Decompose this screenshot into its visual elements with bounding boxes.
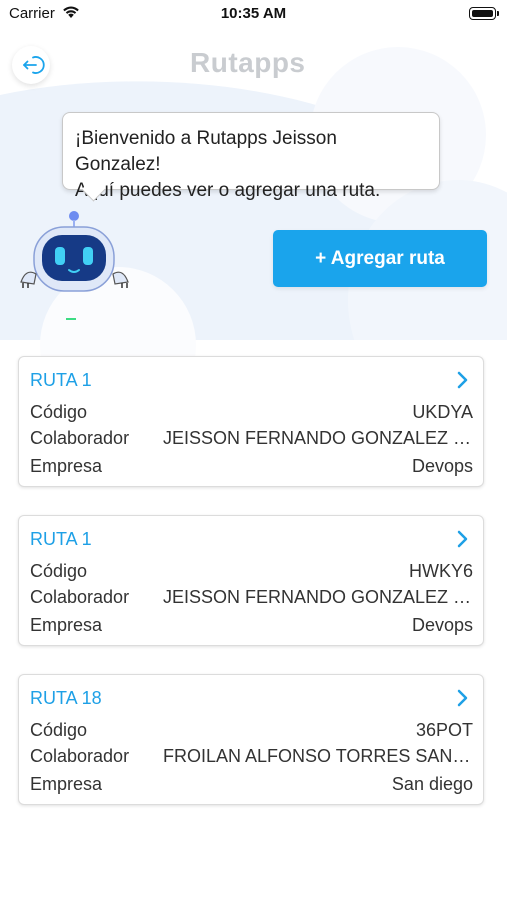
- collaborator-row: Colaborador JEISSON FERNANDO GONZALEZ PA…: [30, 428, 473, 450]
- welcome-line-2: Aquí puedes ver o agregar una ruta.: [75, 180, 381, 201]
- company-label: Empresa: [30, 456, 103, 476]
- code-value: UKDYA: [412, 402, 473, 422]
- battery-icon: [469, 7, 499, 20]
- company-label: Empresa: [30, 774, 103, 794]
- collaborator-row: Colaborador FROILAN ALFONSO TORRES SANCH…: [30, 746, 473, 768]
- route-title: RUTA 1: [30, 529, 92, 549]
- collaborator-label: Colaborador: [30, 746, 130, 766]
- code-label: Código: [30, 402, 88, 422]
- company-row: Empresa Devops: [30, 456, 473, 478]
- clock: 10:35 AM: [220, 5, 287, 22]
- collaborator-value: FROILAN ALFONSO TORRES SANCHEZ: [163, 746, 473, 766]
- chevron-right-icon[interactable]: [457, 530, 469, 548]
- company-row: Empresa Devops: [30, 615, 473, 637]
- chevron-right-icon[interactable]: [457, 371, 469, 389]
- collaborator-row: Colaborador JEISSON FERNANDO GONZALEZ PA…: [30, 587, 473, 609]
- company-label: Empresa: [30, 615, 103, 635]
- company-value: Devops: [411, 456, 473, 476]
- code-value: HWKY6: [408, 561, 473, 581]
- route-card[interactable]: RUTA 18 Código 36POT Colaborador FROILAN…: [18, 674, 484, 805]
- add-route-button[interactable]: + Agregar ruta: [273, 230, 487, 287]
- collaborator-value: JEISSON FERNANDO GONZALEZ PALACIOS: [163, 428, 473, 448]
- route-card[interactable]: RUTA 1 Código UKDYA Colaborador JEISSON …: [18, 356, 484, 487]
- status-bar: Carrier 10:35 AM: [0, 0, 507, 30]
- logout-button[interactable]: [12, 46, 50, 84]
- collaborator-value: JEISSON FERNANDO GONZALEZ PALACIOS: [163, 587, 473, 607]
- code-value: 36POT: [415, 720, 473, 740]
- collaborator-label: Colaborador: [30, 428, 130, 448]
- chevron-right-icon[interactable]: [457, 689, 469, 707]
- code-row: Código UKDYA: [30, 402, 473, 424]
- route-title: RUTA 1: [30, 370, 92, 390]
- route-card[interactable]: RUTA 1 Código HWKY6 Colaborador JEISSON …: [18, 515, 484, 646]
- company-row: Empresa San diego: [30, 774, 473, 796]
- brand-logo: Rutapps: [190, 47, 306, 78]
- company-value: Devops: [411, 615, 473, 635]
- logout-icon: [23, 56, 45, 74]
- code-row: Código 36POT: [30, 720, 473, 742]
- collaborator-label: Colaborador: [30, 587, 130, 607]
- company-value: San diego: [391, 774, 473, 794]
- robot-mascot-icon: [20, 211, 129, 320]
- welcome-line-1: ¡Bienvenido a Rutapps Jeisson Gonzalez!: [75, 128, 337, 175]
- route-title: RUTA 18: [30, 688, 102, 708]
- code-row: Código HWKY6: [30, 561, 473, 583]
- welcome-bubble: ¡Bienvenido a Rutapps Jeisson Gonzalez! …: [62, 112, 440, 202]
- code-label: Código: [30, 561, 88, 581]
- code-label: Código: [30, 720, 88, 740]
